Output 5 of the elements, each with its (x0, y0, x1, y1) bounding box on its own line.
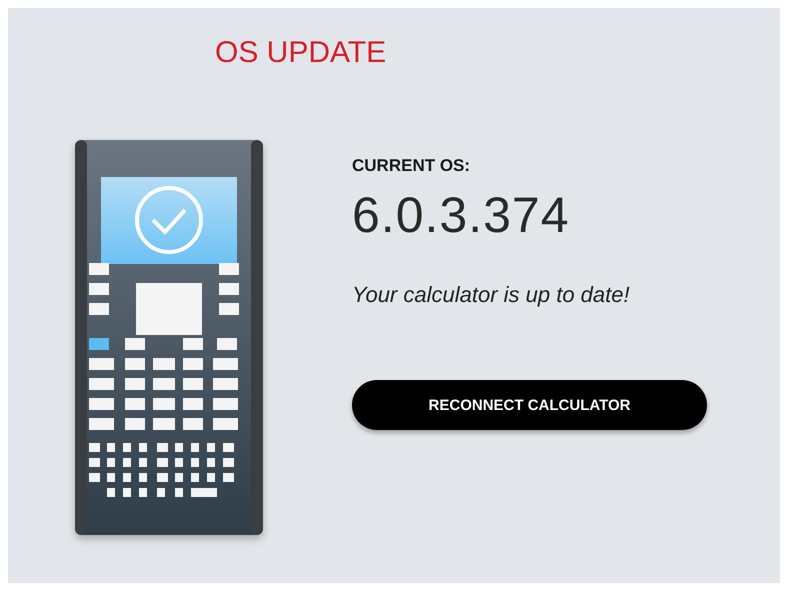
current-os-label: CURRENT OS: (352, 156, 470, 176)
page-title: OS UPDATE (215, 35, 388, 71)
os-version: 6.0.3.374 (352, 186, 570, 244)
reconnect-calculator-button[interactable]: RECONNECT CALCULATOR (352, 380, 707, 430)
status-message: Your calculator is up to date! (352, 282, 630, 308)
